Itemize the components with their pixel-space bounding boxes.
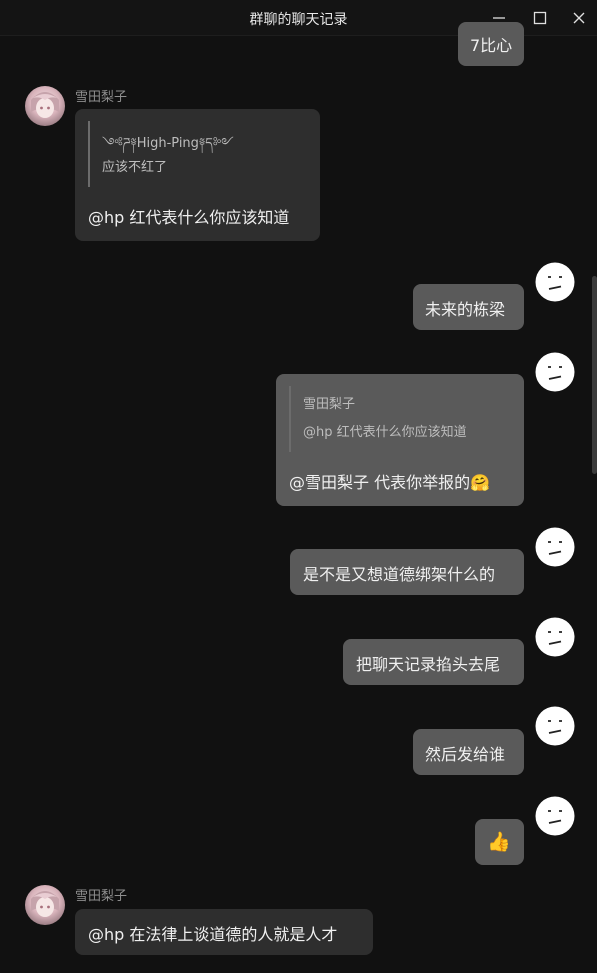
message-bubble-self[interactable]: 👍 xyxy=(475,819,524,865)
message-text: @hp 在法律上谈道德的人就是人才 xyxy=(88,925,338,944)
avatar-self[interactable] xyxy=(535,796,575,836)
close-button[interactable] xyxy=(566,5,592,31)
chat-history-window: 群聊的聊天记录 7比心 雪田梨子 ༺ཌ༈High-Ping༈ད༻ 应该不红了 @… xyxy=(0,0,597,973)
message-list[interactable]: 7比心 雪田梨子 ༺ཌ༈High-Ping༈ད༻ 应该不红了 @hp 红代表什么… xyxy=(0,22,597,973)
message-bubble-self[interactable]: 未来的栋梁 xyxy=(413,284,524,330)
message-text: @雪田梨子 代表你举报的🤗 xyxy=(289,473,491,492)
neutral-face-avatar xyxy=(535,796,575,836)
message-text: 未来的栋梁 xyxy=(425,300,506,319)
avatar-peer[interactable] xyxy=(25,86,65,126)
quoted-text: @hp 红代表什么你应该知道 xyxy=(303,425,467,440)
message-text: 把聊天记录掐头去尾 xyxy=(356,655,501,674)
quoted-message[interactable]: 雪田梨子 @hp 红代表什么你应该知道 xyxy=(289,386,513,452)
message-bubble-self[interactable]: 把聊天记录掐头去尾 xyxy=(343,639,524,685)
anime-girl-avatar xyxy=(25,885,65,925)
neutral-face-avatar xyxy=(535,352,575,392)
avatar-self[interactable] xyxy=(535,352,575,392)
maximize-button[interactable] xyxy=(527,5,553,31)
message-bubble-peer[interactable]: @hp 在法律上谈道德的人就是人才 xyxy=(75,909,373,955)
scrollbar-thumb[interactable] xyxy=(592,276,597,474)
close-icon xyxy=(573,12,585,24)
anime-girl-avatar xyxy=(25,86,65,126)
quoted-author: 雪田梨子 xyxy=(303,397,356,412)
avatar-self[interactable] xyxy=(535,706,575,746)
message-text: 7比心 xyxy=(470,36,513,55)
neutral-face-avatar xyxy=(535,527,575,567)
message-text: @hp 红代表什么你应该知道 xyxy=(88,208,290,227)
message-text: 然后发给谁 xyxy=(425,745,506,764)
avatar-self[interactable] xyxy=(535,617,575,657)
avatar-self[interactable] xyxy=(535,262,575,302)
quoted-message[interactable]: ༺ཌ༈High-Ping༈ད༻ 应该不红了 xyxy=(88,121,290,187)
neutral-face-avatar xyxy=(535,262,575,302)
message-bubble-self[interactable]: 是不是又想道德绑架什么的 xyxy=(290,549,524,595)
message-text: 是不是又想道德绑架什么的 xyxy=(303,565,496,584)
message-bubble-self[interactable]: 7比心 xyxy=(458,22,524,66)
avatar-self[interactable] xyxy=(535,527,575,567)
message-bubble-peer[interactable]: ༺ཌ༈High-Ping༈ད༻ 应该不红了 @hp 红代表什么你应该知道 xyxy=(75,109,320,241)
neutral-face-avatar xyxy=(535,617,575,657)
maximize-icon xyxy=(533,11,547,25)
sender-name: 雪田梨子 xyxy=(75,90,128,105)
avatar-peer[interactable] xyxy=(25,885,65,925)
sender-name: 雪田梨子 xyxy=(75,889,128,904)
message-bubble-self[interactable]: 然后发给谁 xyxy=(413,729,524,775)
neutral-face-avatar xyxy=(535,706,575,746)
quoted-text: 应该不红了 xyxy=(102,160,168,175)
message-bubble-self[interactable]: 雪田梨子 @hp 红代表什么你应该知道 @雪田梨子 代表你举报的🤗 xyxy=(276,374,524,506)
thumbs-up-emoji: 👍 xyxy=(487,831,511,853)
